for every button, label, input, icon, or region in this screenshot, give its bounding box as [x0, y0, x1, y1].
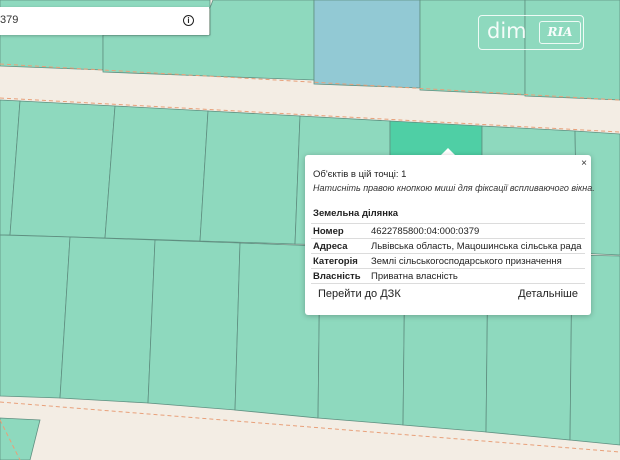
parcel[interactable] [0, 234, 71, 399]
row-value: Землі сільськогосподарського призначення [367, 253, 585, 269]
parcel[interactable] [147, 239, 241, 411]
close-icon[interactable]: × [581, 158, 587, 169]
parcel[interactable] [104, 105, 209, 242]
watermark-brand-dim: dim [487, 19, 527, 43]
row-value: 4622785800:04:000:0379 [367, 223, 585, 239]
parcel[interactable] [199, 110, 301, 245]
watermark-brand-ria: RIA [539, 21, 581, 44]
parcel[interactable] [313, 0, 421, 89]
table-row: Номер 4622785800:04:000:0379 [311, 223, 585, 239]
row-value: Приватна власність [367, 268, 585, 284]
table-row: Адреса Львівська область, Мацошинська сі… [311, 238, 585, 254]
row-label: Адреса [311, 238, 367, 254]
row-label: Власність [311, 268, 367, 284]
table-row: Категорія Землі сільськогосподарського п… [311, 253, 585, 269]
details-button[interactable]: Детальніше [518, 288, 578, 300]
row-value: Львівська область, Мацошинська сільська … [367, 238, 585, 254]
row-label: Номер [311, 223, 367, 239]
search-bar[interactable]: 379 i [0, 7, 209, 35]
go-to-dzk-button[interactable]: Перейти до ДЗК [318, 288, 401, 300]
watermark-logo: dim RIA [478, 15, 584, 50]
row-label: Категорія [311, 253, 367, 269]
parcel[interactable] [9, 100, 116, 239]
table-row: Власність Приватна власність [311, 268, 585, 284]
section-title: Земельна ділянка [313, 208, 398, 219]
objects-count: Об'єктів в цій точці: 1 [313, 169, 407, 180]
info-circle-icon[interactable]: i [183, 15, 194, 26]
parcel[interactable] [59, 236, 156, 404]
parcel-info-popup: × Об'єктів в цій точці: 1 Натисніть прав… [305, 155, 595, 315]
search-input[interactable]: 379 [0, 14, 170, 26]
popup-hint: Натисніть правою кнопкою миші для фіксац… [313, 183, 595, 193]
parcel-details-table: Номер 4622785800:04:000:0379 Адреса Льві… [311, 223, 585, 284]
